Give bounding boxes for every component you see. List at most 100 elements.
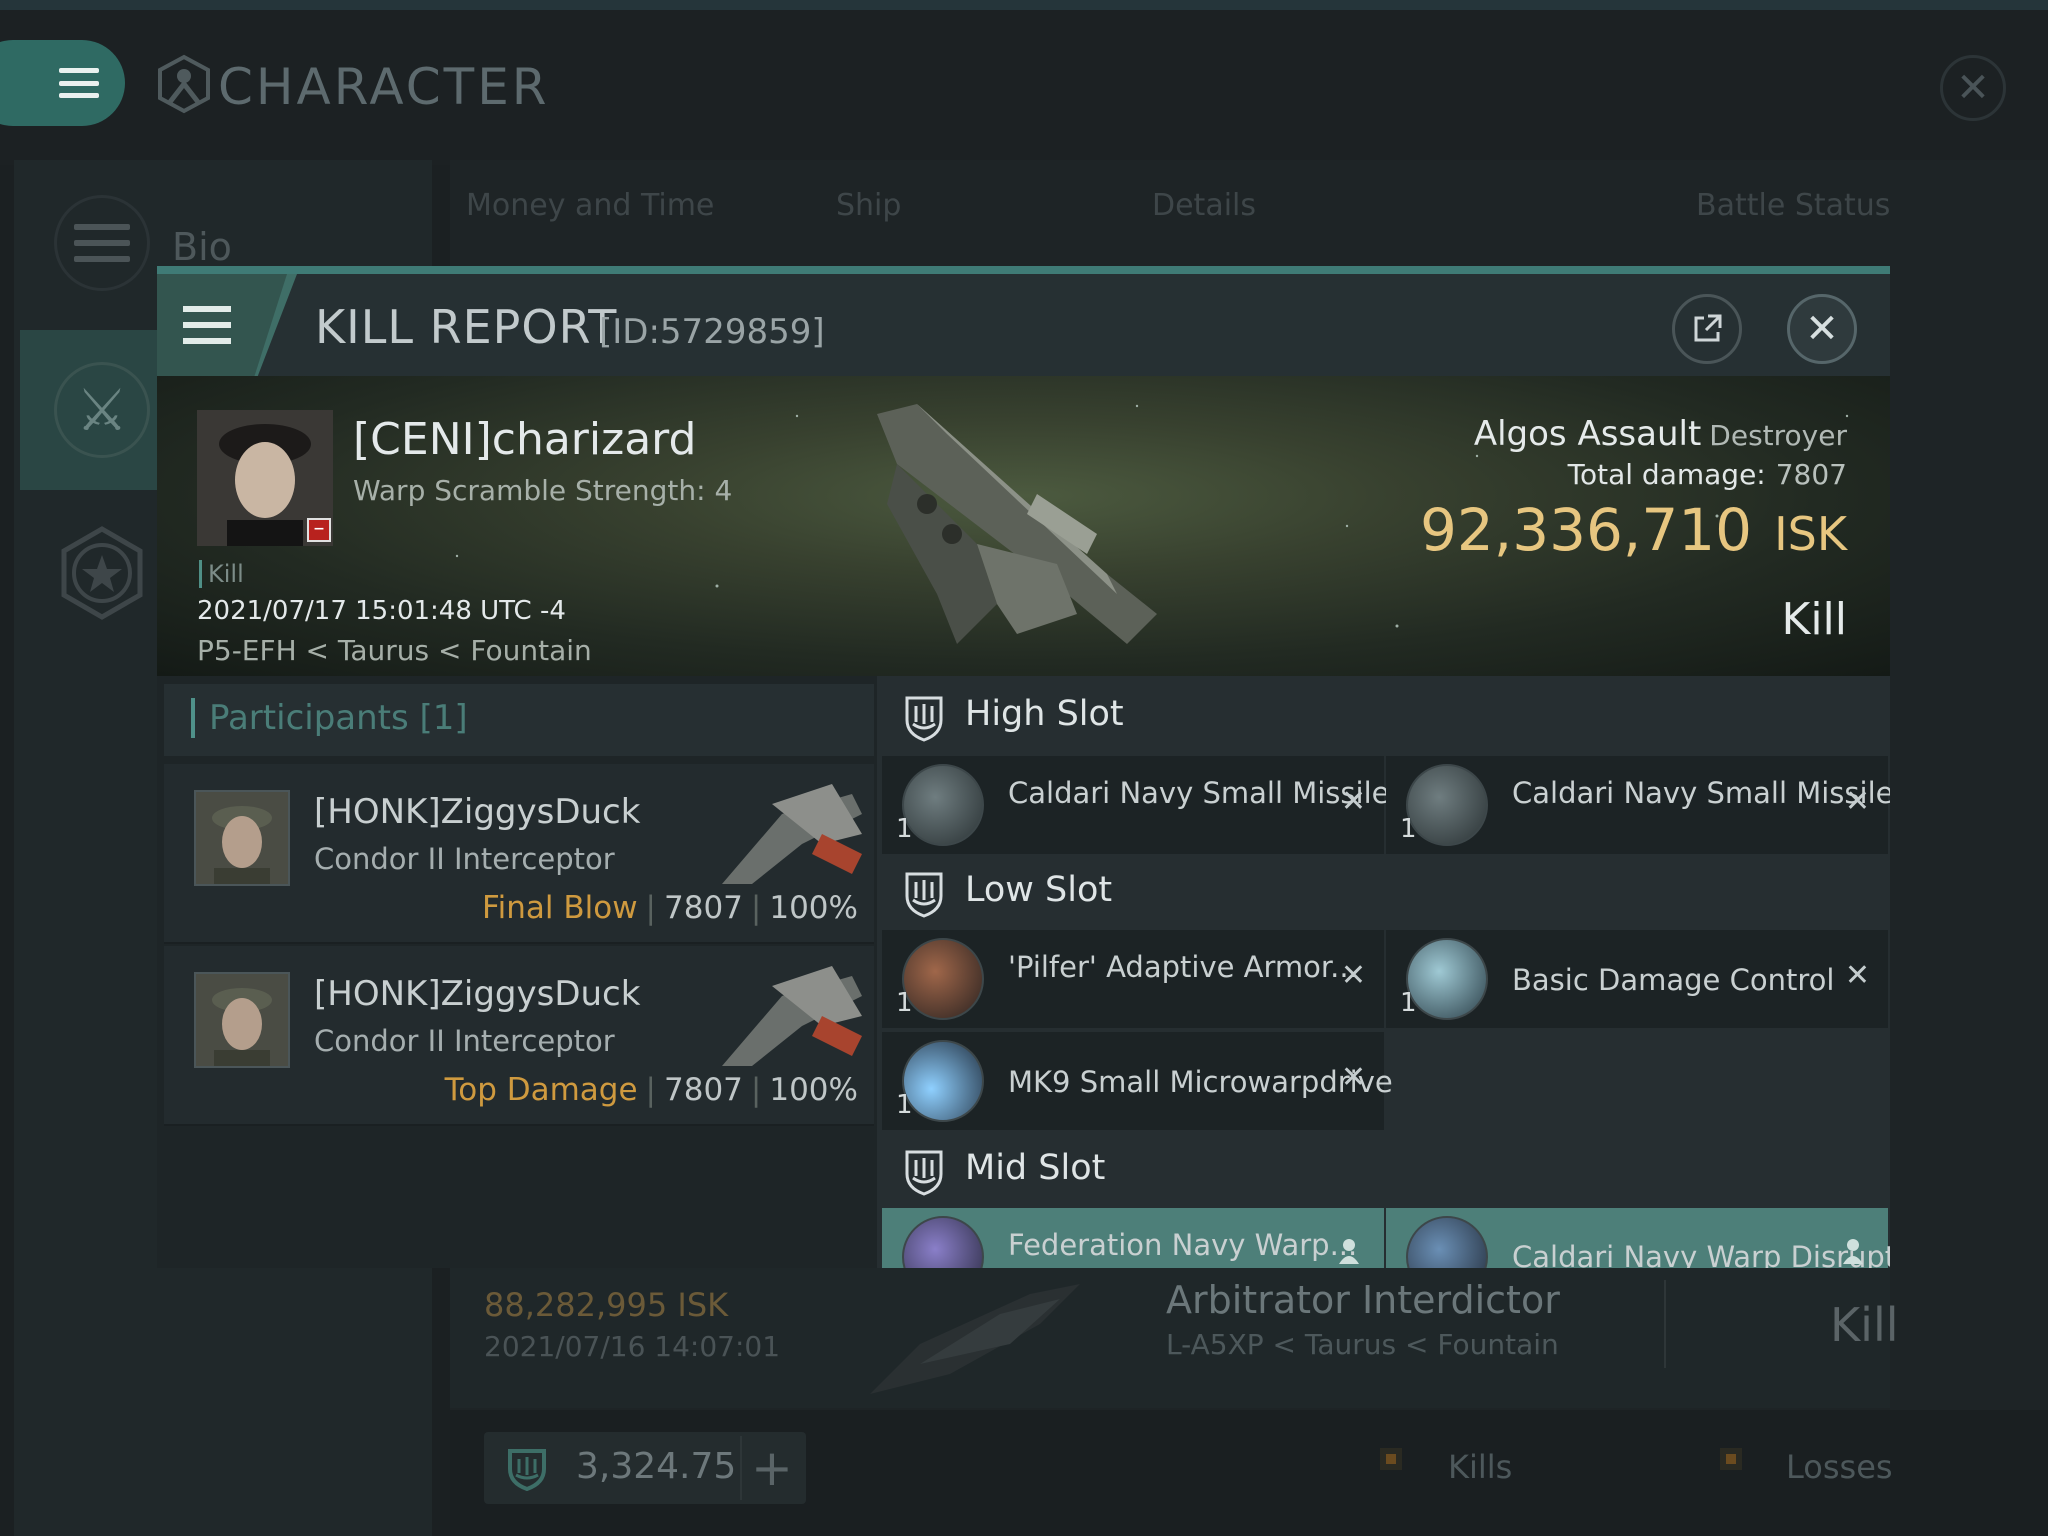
participant-ship: Condor II Interceptor bbox=[314, 1024, 615, 1058]
slot-shield-icon bbox=[905, 696, 943, 742]
sidebar-item-bio[interactable] bbox=[54, 195, 150, 291]
isk-unit: ISK bbox=[1774, 507, 1847, 561]
close-icon: ✕ bbox=[1805, 306, 1839, 352]
module-name: MK9 Small Microwarpdrive bbox=[1008, 1065, 1393, 1099]
victim-ship-class: Destroyer bbox=[1709, 419, 1847, 452]
participant-role: Top Damage bbox=[444, 1072, 638, 1108]
victim-ship-name: Algos Assault bbox=[1473, 414, 1702, 454]
legend-losses-label[interactable]: Losses bbox=[1786, 1448, 1893, 1486]
participant-percent: 100% bbox=[769, 890, 858, 926]
skill-points-value: 3,324.75 bbox=[576, 1446, 737, 1487]
participant-stats: Final Blow | 7807 | 100% bbox=[482, 890, 858, 926]
participant-damage: 7807 bbox=[664, 1072, 743, 1108]
window-close-button[interactable]: ✕ bbox=[1940, 55, 2006, 121]
isk-amount: 92,336,710 bbox=[1419, 496, 1753, 564]
isk-value: 92,336,710 ISK bbox=[1157, 496, 1847, 564]
participant-percent: 100% bbox=[769, 1072, 858, 1108]
module-name: 'Pilfer' Adaptive Armor... bbox=[1008, 950, 1358, 984]
mid-slot-header: Mid Slot bbox=[877, 1130, 1890, 1210]
tab-money-and-time[interactable]: Money and Time bbox=[466, 188, 714, 223]
missile-launcher-icon bbox=[1406, 764, 1488, 846]
destroyed-icon: ✕ bbox=[1340, 784, 1366, 819]
module-name: Federation Navy Warp... bbox=[1008, 1228, 1358, 1262]
kill-location[interactable]: P5-EFH < Taurus < Fountain bbox=[197, 634, 592, 667]
export-button[interactable] bbox=[1672, 294, 1742, 364]
kill-datetime: 2021/07/17 15:01:48 UTC -4 bbox=[197, 596, 566, 626]
module-quantity: 1 bbox=[1400, 814, 1417, 844]
damage-control-icon bbox=[1406, 938, 1488, 1020]
crossed-swords-icon[interactable]: ⚔ bbox=[54, 362, 150, 458]
list-icon bbox=[74, 224, 130, 262]
total-damage-label: Total damage: bbox=[1567, 458, 1766, 491]
total-damage-value: 7807 bbox=[1775, 458, 1847, 491]
participant-ship: Condor II Interceptor bbox=[314, 842, 615, 876]
participants-title: Participants [1] bbox=[191, 698, 468, 738]
character-logo-icon bbox=[158, 54, 210, 114]
participant-row[interactable]: [HONK]ZiggysDuck Condor II Interceptor T… bbox=[164, 946, 874, 1126]
microwarpdrive-icon bbox=[902, 1040, 984, 1122]
victim-ship[interactable]: Algos Assault Destroyer bbox=[1157, 414, 1847, 454]
kill-list-type: Kill bbox=[1830, 1298, 1899, 1352]
victim-ship-image bbox=[877, 404, 1157, 644]
shield-icon bbox=[508, 1449, 546, 1491]
kill-report-id: [ID:5729859] bbox=[599, 312, 825, 352]
tab-details[interactable]: Details bbox=[1152, 188, 1256, 223]
kill-tag: Kill bbox=[199, 560, 244, 588]
destroyed-icon: ✕ bbox=[1844, 958, 1870, 993]
add-button[interactable]: + bbox=[740, 1436, 802, 1500]
participant-name: [HONK]ZiggysDuck bbox=[314, 974, 641, 1014]
module-quantity: 1 bbox=[896, 1090, 913, 1120]
kill-list-isk: 88,282,995 ISK bbox=[484, 1286, 729, 1324]
module-item[interactable]: 1 Caldari Navy Small Missile... ✕ bbox=[882, 756, 1417, 854]
slot-shield-icon bbox=[905, 872, 943, 918]
participant-name: [HONK]ZiggysDuck bbox=[314, 792, 641, 832]
high-slot-header: High Slot bbox=[877, 676, 1890, 756]
dropped-person-icon bbox=[1339, 1239, 1359, 1264]
participant-portrait bbox=[194, 790, 290, 886]
slot-shield-icon bbox=[905, 1150, 943, 1196]
module-item[interactable]: 1 MK9 Small Microwarpdrive ✕ bbox=[882, 1032, 1393, 1130]
top-strip bbox=[0, 0, 2048, 10]
module-quantity: 1 bbox=[896, 988, 913, 1018]
total-damage: Total damage: 7807 bbox=[1157, 458, 1847, 491]
star-badge-icon[interactable] bbox=[54, 525, 150, 621]
module-name: Basic Damage Control bbox=[1512, 963, 1835, 997]
module-item[interactable]: Federation Navy Warp... bbox=[882, 1208, 1384, 1268]
window-title: CHARACTER bbox=[218, 58, 550, 116]
participant-stats: Top Damage | 7807 | 100% bbox=[444, 1072, 858, 1108]
module-item[interactable]: 1 'Pilfer' Adaptive Armor... ✕ bbox=[882, 930, 1384, 1028]
tab-ship[interactable]: Ship bbox=[836, 188, 901, 223]
victim-name[interactable]: [CENI]charizard bbox=[353, 414, 696, 465]
kill-report-modal: KILL REPORT [ID:5729859] ✕ – [CENI]chari… bbox=[157, 266, 1890, 1268]
destroyed-icon: ✕ bbox=[1340, 1060, 1366, 1095]
modal-close-button[interactable]: ✕ bbox=[1787, 294, 1857, 364]
destroyed-icon: ✕ bbox=[1844, 784, 1870, 819]
tab-bar: Money and Time Ship Details Battle Statu… bbox=[466, 180, 1896, 240]
legend-losses-swatch bbox=[1720, 1448, 1742, 1470]
module-item[interactable]: 1 Caldari Navy Small Missile... ✕ bbox=[1386, 756, 1890, 854]
participant-damage: 7807 bbox=[664, 890, 743, 926]
participant-row[interactable]: [HONK]ZiggysDuck Condor II Interceptor F… bbox=[164, 764, 874, 944]
tab-battle-status[interactable]: Battle Status bbox=[1696, 188, 1890, 223]
kill-list-location: L-A5XP < Taurus < Fountain bbox=[1166, 1328, 1559, 1361]
participant-role: Final Blow bbox=[482, 890, 638, 926]
kill-list-ship: Arbitrator Interdictor bbox=[1166, 1278, 1560, 1322]
missile-launcher-icon bbox=[902, 764, 984, 846]
legend-kills-label[interactable]: Kills bbox=[1448, 1448, 1512, 1486]
module-item[interactable]: 1 Basic Damage Control ✕ bbox=[1386, 930, 1888, 1028]
legend-kills-swatch bbox=[1380, 1448, 1402, 1470]
main-menu-button[interactable] bbox=[0, 40, 125, 126]
module-item[interactable]: Caldari Navy Warp Disruptor bbox=[1386, 1208, 1890, 1268]
close-icon: ✕ bbox=[1956, 65, 1990, 111]
high-slot-label: High Slot bbox=[965, 694, 1124, 734]
dropped-person-icon bbox=[1843, 1239, 1863, 1264]
module-name: Caldari Navy Warp Disruptor bbox=[1512, 1240, 1890, 1268]
warp-disruptor-icon bbox=[1406, 1216, 1488, 1268]
low-slot-header: Low Slot bbox=[877, 852, 1890, 932]
mid-slot-label: Mid Slot bbox=[965, 1148, 1106, 1188]
module-quantity: 1 bbox=[1400, 988, 1417, 1018]
sidebar-item-bio-label[interactable]: Bio bbox=[172, 225, 232, 269]
armor-hardener-icon bbox=[902, 938, 984, 1020]
hamburger-icon bbox=[59, 68, 99, 98]
ship-image bbox=[870, 1284, 1080, 1394]
